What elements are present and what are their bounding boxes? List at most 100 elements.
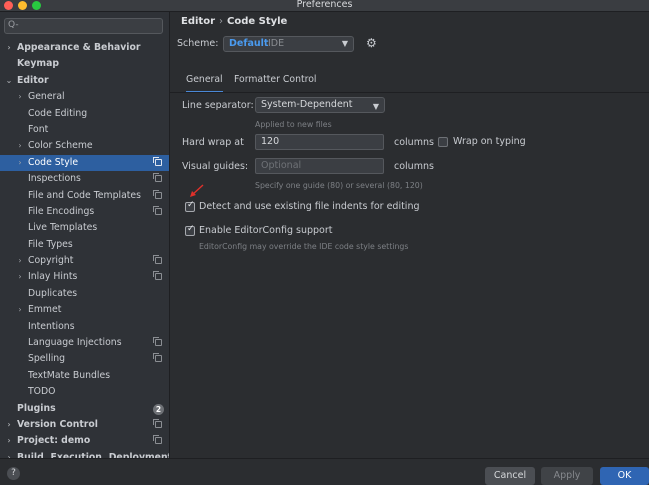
sidebar-item[interactable]: Duplicates [0, 286, 169, 302]
sidebar-item-label: File Types [28, 238, 73, 250]
sidebar-item-label: TextMate Bundles [28, 369, 111, 381]
breadcrumb: Editor › Code Style [181, 16, 287, 27]
sidebar-item[interactable]: Plugins 2 [0, 401, 169, 417]
editorconfig-label: Enable EditorConfig support [199, 225, 333, 236]
visual-guides-label: Visual guides: [182, 161, 249, 172]
sidebar-item[interactable]: › Color Scheme [0, 138, 169, 154]
sidebar-item-label: Inlay Hints [28, 271, 78, 283]
tab-formatter-control[interactable]: Formatter Control [234, 72, 317, 91]
sidebar-item-label: Appearance & Behavior [17, 42, 141, 53]
chevron-right-icon[interactable]: › [4, 433, 14, 449]
dialog-button-bar: ? Cancel Apply OK [0, 458, 649, 485]
sidebar-item[interactable]: Language Injections [0, 335, 169, 351]
sidebar-item-label: Duplicates [28, 287, 78, 299]
sidebar-item[interactable]: › Code Style [0, 154, 169, 172]
scheme-dropdown[interactable]: Default IDE ▼ [223, 36, 354, 52]
tab-general[interactable]: General [186, 72, 223, 93]
sidebar-item[interactable]: Code Editing [0, 106, 169, 122]
gear-icon[interactable]: ⚙ [366, 36, 377, 50]
project-scope-icon [153, 189, 162, 199]
cancel-button[interactable]: Cancel [485, 467, 535, 485]
sidebar-item-label: Plugins [17, 402, 56, 414]
line-separator-hint: Applied to new files [255, 120, 332, 129]
sidebar-item-label: Live Templates [28, 222, 98, 234]
chevron-right-icon[interactable]: › [15, 269, 25, 285]
sidebar-item-label: Keymap [17, 58, 60, 70]
chevron-right-icon[interactable]: › [15, 253, 25, 269]
sidebar-item[interactable]: › Build, Execution, Deployment [0, 450, 169, 458]
chevron-down-icon[interactable]: ⌄ [4, 73, 14, 89]
settings-search-input[interactable]: Q- [4, 18, 163, 34]
detect-indents-checkbox[interactable]: ✓ [185, 200, 195, 212]
sidebar-item-label: Emmet [28, 304, 62, 316]
sidebar-item-label: File Encodings [28, 205, 95, 217]
sidebar-item[interactable]: › Inlay Hints [0, 269, 169, 285]
chevron-right-icon[interactable]: › [4, 450, 14, 458]
line-separator-dropdown[interactable]: System-Dependent ▼ [255, 97, 385, 113]
sidebar-item[interactable]: › Version Control [0, 417, 169, 433]
sidebar-item[interactable]: Spelling [0, 351, 169, 367]
sidebar-item-label: General [28, 91, 65, 103]
sidebar-item[interactable]: ⌄ Editor [0, 73, 169, 89]
sidebar-item-label: Font [28, 123, 49, 135]
chevron-right-icon[interactable]: › [4, 40, 14, 56]
wrap-on-typing-checkbox[interactable] [438, 137, 448, 147]
chevron-right-icon[interactable]: › [15, 155, 25, 171]
sidebar-item[interactable]: Inspections [0, 171, 169, 187]
hard-wrap-input[interactable]: 120 [255, 134, 384, 150]
annotation-arrow-icon [190, 184, 204, 197]
title-bar: Preferences [0, 0, 649, 12]
sidebar-item-label: Language Injections [28, 337, 122, 349]
sidebar-item[interactable]: › Copyright [0, 253, 169, 269]
sidebar-item[interactable]: Keymap [0, 56, 169, 72]
line-separator-label: Line separator: [182, 100, 254, 111]
project-scope-icon [153, 418, 162, 428]
breadcrumb-editor: Editor [181, 16, 215, 27]
breadcrumb-separator: › [219, 16, 223, 27]
project-scope-icon [153, 156, 162, 166]
apply-button[interactable]: Apply [541, 467, 593, 485]
settings-tree: › Appearance & Behavior Keymap ⌄ Editor › Gene… [0, 40, 169, 458]
sidebar-item-label: Code Editing [28, 107, 88, 119]
help-button[interactable]: ? [7, 467, 20, 480]
chevron-right-icon[interactable]: › [15, 138, 25, 154]
project-scope-icon [153, 173, 162, 183]
visual-guides-input[interactable]: Optional [255, 158, 384, 174]
sidebar-item-label: Spelling [28, 353, 66, 365]
sidebar-item[interactable]: Intentions [0, 319, 169, 335]
sidebar-item[interactable]: File Types [0, 237, 169, 253]
sidebar-item-label: Editor [17, 74, 49, 86]
plugins-update-badge: 2 [153, 403, 164, 415]
sidebar-item[interactable]: TODO [0, 384, 169, 400]
scheme-label: Scheme: [177, 38, 219, 49]
sidebar-item[interactable]: › Emmet [0, 302, 169, 318]
ok-button[interactable]: OK [600, 467, 649, 485]
sidebar-item-label: Build, Execution, Deployment [17, 451, 170, 458]
chevron-right-icon[interactable]: › [15, 89, 25, 105]
settings-sidebar: Q- › Appearance & Behavior Keymap ⌄ Editor › G… [0, 12, 170, 458]
sidebar-item[interactable]: › Appearance & Behavior [0, 40, 169, 56]
sidebar-item[interactable]: File Encodings [0, 204, 169, 220]
chevron-right-icon[interactable]: › [15, 302, 25, 318]
sidebar-item[interactable]: Font [0, 122, 169, 138]
project-scope-icon [153, 205, 162, 215]
visual-guides-unit: columns [394, 161, 434, 172]
checkmark-icon: ✓ [187, 224, 195, 234]
checkmark-icon: ✓ [187, 200, 195, 210]
sidebar-item[interactable]: › General [0, 89, 169, 105]
sidebar-item-label: Version Control [17, 418, 98, 430]
settings-panel: Editor › Code Style Scheme: Default IDE ▼ … [170, 12, 649, 458]
sidebar-item[interactable]: › Project: demo [0, 433, 169, 449]
chevron-down-icon: ▼ [341, 39, 348, 48]
sidebar-item-label: File and Code Templates [28, 189, 141, 201]
editorconfig-checkbox[interactable]: ✓ [185, 224, 195, 236]
wrap-on-typing-label: Wrap on typing [453, 136, 526, 147]
sidebar-item[interactable]: File and Code Templates [0, 188, 169, 204]
sidebar-item[interactable]: TextMate Bundles [0, 368, 169, 384]
sidebar-item-label: Code Style [28, 156, 79, 168]
sidebar-item-label: Project: demo [17, 435, 91, 447]
sidebar-item[interactable]: Live Templates [0, 220, 169, 236]
hard-wrap-label: Hard wrap at [182, 137, 244, 148]
sidebar-item-label: TODO [28, 386, 56, 398]
chevron-right-icon[interactable]: › [4, 417, 14, 433]
